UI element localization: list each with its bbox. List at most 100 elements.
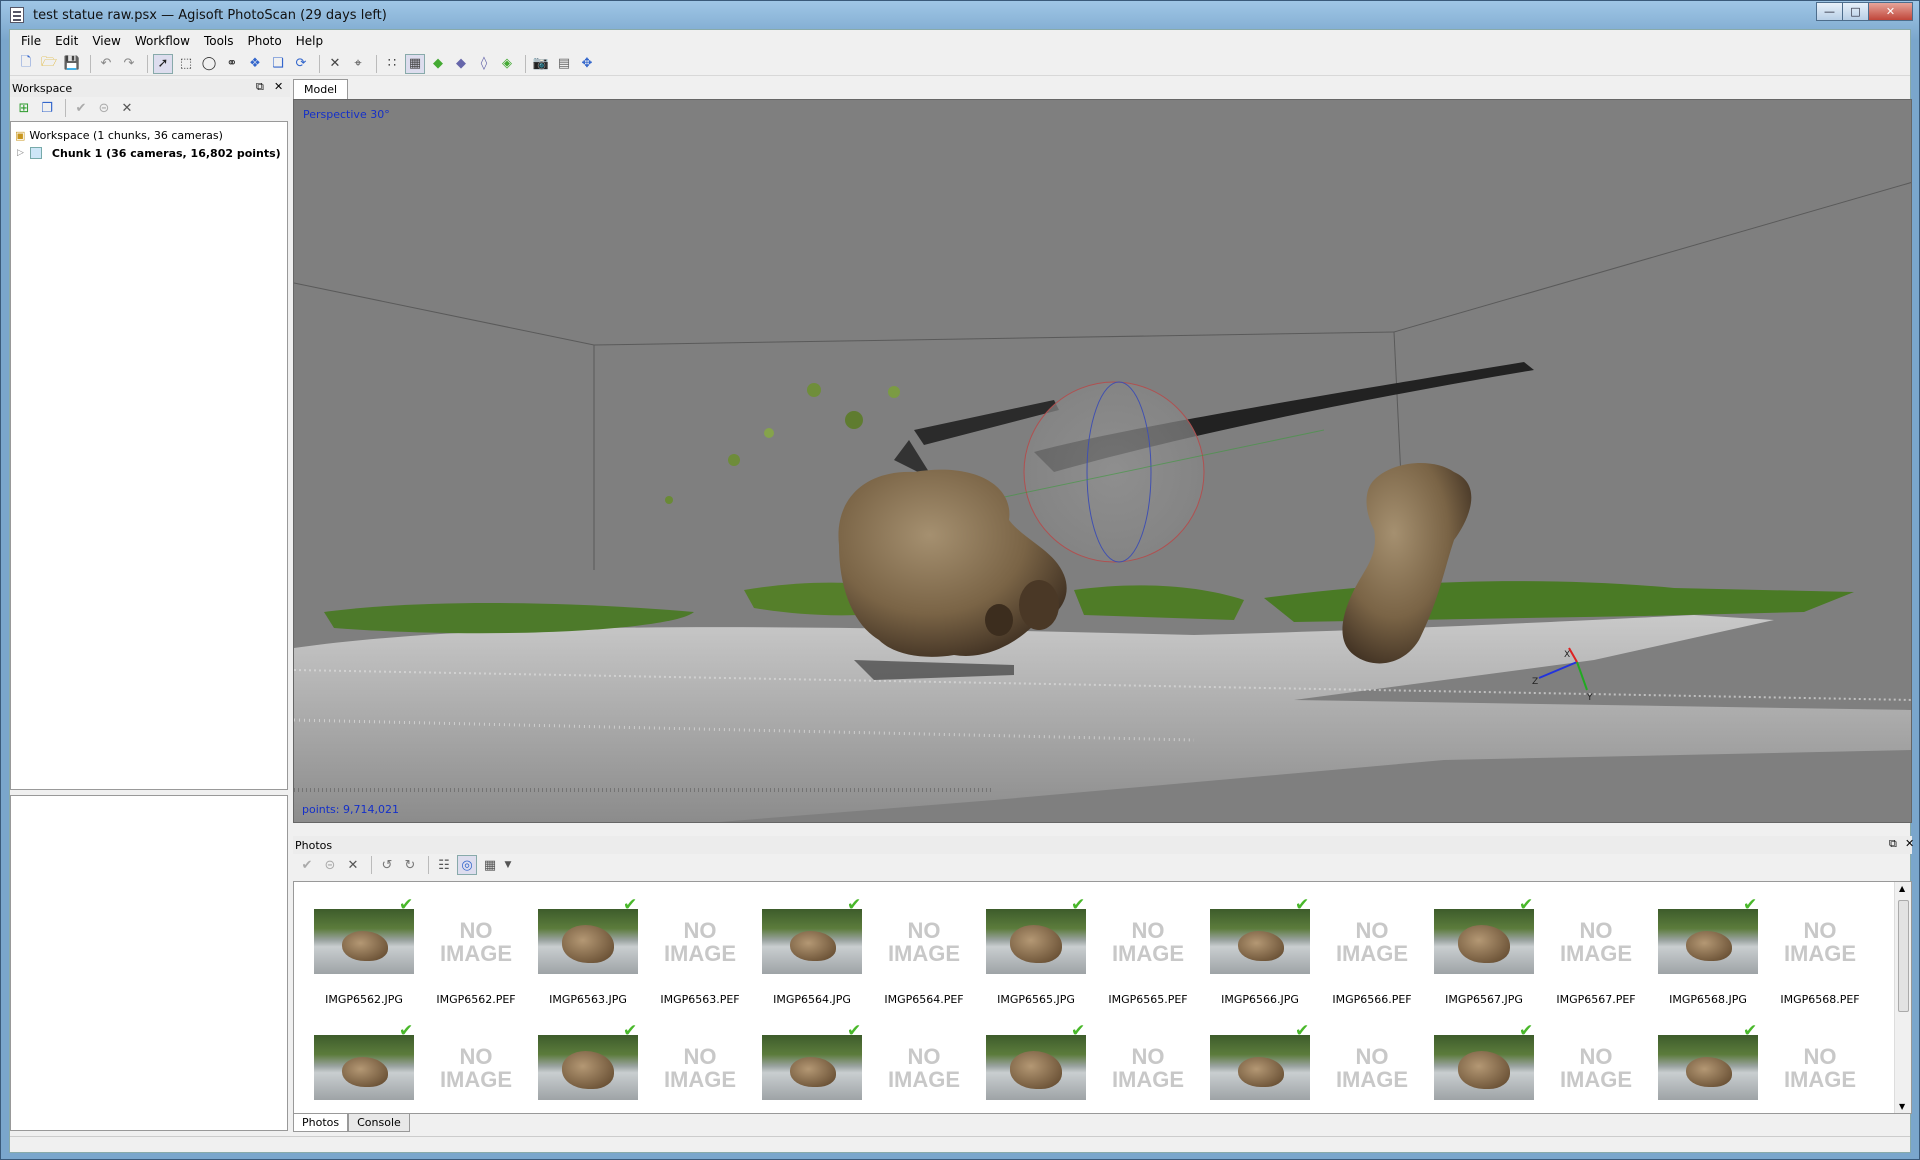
float-panel-icon[interactable]: ⧉: [256, 80, 264, 94]
disable-camera-icon[interactable]: ⊝: [94, 98, 114, 118]
rectangle-selection-icon[interactable]: ⬚: [176, 54, 196, 74]
photo-item[interactable]: NO IMAGE IMGP6567.PEF: [1526, 909, 1646, 1009]
no-image-placeholder[interactable]: NO IMAGE: [874, 909, 974, 974]
show-cameras-icon[interactable]: 📷: [531, 54, 551, 74]
new-file-icon[interactable]: 🗋: [16, 54, 36, 74]
photo-thumbnail[interactable]: [762, 909, 862, 974]
menu-edit[interactable]: Edit: [48, 34, 85, 48]
disable-photo-icon[interactable]: ⊝: [320, 855, 340, 875]
photos-scrollbar[interactable]: ▲ ▼: [1894, 882, 1911, 1113]
no-image-placeholder[interactable]: NO IMAGE: [650, 1035, 750, 1100]
photo-thumbnail[interactable]: [1210, 909, 1310, 974]
no-image-placeholder[interactable]: NO IMAGE: [1546, 909, 1646, 974]
photo-thumbnail[interactable]: [1210, 1035, 1310, 1100]
scroll-up-icon[interactable]: ▲: [1899, 884, 1905, 893]
tree-item-workspace[interactable]: ▣ Workspace (1 chunks, 36 cameras): [11, 126, 287, 144]
photo-thumbnail[interactable]: [986, 909, 1086, 974]
photo-item[interactable]: ✔: [1414, 1023, 1534, 1113]
remove-item-icon[interactable]: ✕: [117, 98, 137, 118]
photo-item[interactable]: ✔: [742, 1023, 862, 1113]
photo-item[interactable]: ✔ IMGP6568.JPG: [1638, 897, 1758, 1009]
float-panel-icon[interactable]: ⧉: [1889, 837, 1897, 851]
photo-thumbnail[interactable]: [538, 1035, 638, 1100]
close-panel-icon[interactable]: ✕: [274, 80, 283, 93]
minimize-button[interactable]: —: [1816, 2, 1843, 21]
reset-view-icon[interactable]: ✥: [577, 54, 597, 74]
photo-item[interactable]: ✔ IMGP6565.JPG: [966, 897, 1086, 1009]
photo-thumbnail[interactable]: [986, 1035, 1086, 1100]
photo-item[interactable]: ✔ IMGP6567.JPG: [1414, 897, 1534, 1009]
close-panel-icon[interactable]: ✕: [1905, 837, 1914, 850]
photo-item[interactable]: NO IMAGE: [1302, 1035, 1422, 1113]
photo-item[interactable]: ✔ IMGP6563.JPG: [518, 897, 638, 1009]
photo-item[interactable]: ✔ IMGP6562.JPG: [294, 897, 414, 1009]
photo-thumbnail[interactable]: [1434, 909, 1534, 974]
maximize-button[interactable]: □: [1842, 2, 1869, 21]
circle-selection-icon[interactable]: ◯: [199, 54, 219, 74]
photo-item[interactable]: NO IMAGE IMGP6563.PEF: [630, 909, 750, 1009]
scrollbar-thumb[interactable]: [1898, 900, 1909, 1012]
remove-photo-icon[interactable]: ✕: [343, 855, 363, 875]
photo-item[interactable]: NO IMAGE: [1750, 1035, 1870, 1113]
photo-item[interactable]: NO IMAGE IMGP6566.PEF: [1302, 909, 1422, 1009]
move-region-icon[interactable]: ❖: [245, 54, 265, 74]
free-form-selection-icon[interactable]: ⚭: [222, 54, 242, 74]
enable-photo-icon[interactable]: ✔: [297, 855, 317, 875]
tab-model[interactable]: Model: [293, 79, 349, 99]
model-viewport[interactable]: X Y Z Perspective 30° points: 9,714,021: [293, 99, 1912, 823]
view-mode-icon[interactable]: ▦: [480, 855, 500, 875]
filter-photos-icon[interactable]: ☷: [434, 855, 454, 875]
no-image-placeholder[interactable]: NO IMAGE: [1322, 909, 1422, 974]
save-icon[interactable]: 💾: [62, 54, 82, 74]
photo-thumbnail[interactable]: [1658, 1035, 1758, 1100]
photo-item[interactable]: NO IMAGE IMGP6562.PEF: [406, 909, 526, 1009]
expand-arrow-icon[interactable]: ▷: [17, 148, 24, 158]
redo-icon[interactable]: ↷: [119, 54, 139, 74]
enable-camera-icon[interactable]: ✔: [71, 98, 91, 118]
no-image-placeholder[interactable]: NO IMAGE: [426, 909, 526, 974]
no-image-placeholder[interactable]: NO IMAGE: [426, 1035, 526, 1100]
close-button[interactable]: ✕: [1868, 2, 1913, 21]
no-image-placeholder[interactable]: NO IMAGE: [874, 1035, 974, 1100]
photo-item[interactable]: NO IMAGE IMGP6564.PEF: [854, 909, 974, 1009]
add-chunk-icon[interactable]: ⊞: [14, 98, 34, 118]
photo-item[interactable]: ✔ IMGP6566.JPG: [1190, 897, 1310, 1009]
no-image-placeholder[interactable]: NO IMAGE: [1546, 1035, 1646, 1100]
resize-region-icon[interactable]: ❑: [268, 54, 288, 74]
photo-item[interactable]: NO IMAGE: [854, 1035, 974, 1113]
title-bar[interactable]: test statue raw.psx — Agisoft PhotoScan …: [1, 1, 1919, 29]
menu-help[interactable]: Help: [289, 34, 330, 48]
add-photos-icon[interactable]: ❐: [37, 98, 57, 118]
photo-item[interactable]: ✔: [1638, 1023, 1758, 1113]
photo-item[interactable]: ✔: [966, 1023, 1086, 1113]
navigation-arrow-icon[interactable]: ➚: [153, 53, 173, 74]
chevron-down-icon[interactable]: ▼: [503, 855, 513, 875]
photo-item[interactable]: NO IMAGE: [630, 1035, 750, 1113]
shaded-model-icon[interactable]: ◆: [428, 54, 448, 74]
photo-thumbnail[interactable]: [1434, 1035, 1534, 1100]
photo-item[interactable]: NO IMAGE IMGP6568.PEF: [1750, 909, 1870, 1009]
menu-view[interactable]: View: [85, 34, 127, 48]
show-region-icon[interactable]: ▤: [554, 54, 574, 74]
photo-item[interactable]: NO IMAGE: [1526, 1035, 1646, 1113]
rotate-region-icon[interactable]: ⟳: [291, 54, 311, 74]
tab-photos[interactable]: Photos: [293, 1114, 349, 1132]
no-image-placeholder[interactable]: NO IMAGE: [1098, 1035, 1198, 1100]
dense-cloud-icon[interactable]: ▦: [405, 53, 425, 74]
menu-workflow[interactable]: Workflow: [128, 34, 197, 48]
scroll-down-icon[interactable]: ▼: [1899, 1102, 1905, 1111]
photo-item[interactable]: ✔: [294, 1023, 414, 1113]
rotate-right-icon[interactable]: ↻: [400, 855, 420, 875]
photo-item[interactable]: ✔ IMGP6564.JPG: [742, 897, 862, 1009]
solid-model-icon[interactable]: ◆: [451, 54, 471, 74]
wireframe-model-icon[interactable]: ◊: [474, 54, 494, 74]
undo-icon[interactable]: ↶: [96, 54, 116, 74]
photo-item[interactable]: ✔: [1190, 1023, 1310, 1113]
photo-item[interactable]: ✔: [518, 1023, 638, 1113]
reset-filter-icon[interactable]: ◎: [457, 855, 477, 875]
tab-console[interactable]: Console: [348, 1114, 410, 1132]
photo-thumbnail[interactable]: [762, 1035, 862, 1100]
photo-item[interactable]: NO IMAGE: [406, 1035, 526, 1113]
crop-selection-icon[interactable]: ⌖: [348, 54, 368, 74]
menu-file[interactable]: File: [14, 34, 48, 48]
